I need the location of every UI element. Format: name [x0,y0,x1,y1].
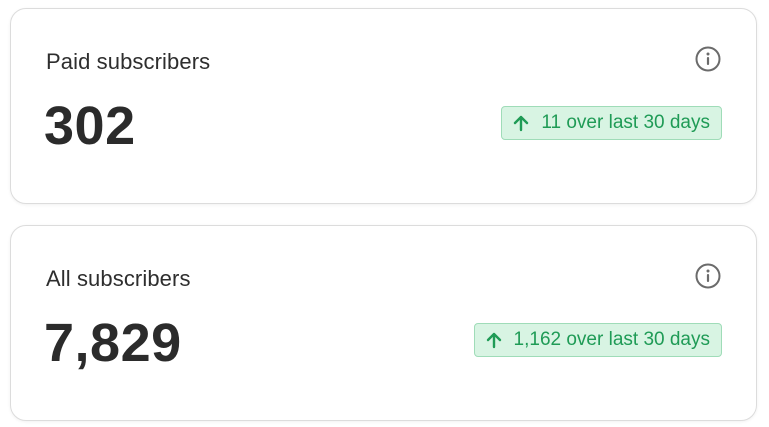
subscriber-count: 7,829 [44,313,182,373]
trend-badge: 11 over last 30 days [501,106,722,140]
all-subscribers-card: All subscribers 7,829 1,162 over last 30… [10,225,757,421]
card-title: All subscribers [46,266,191,291]
info-icon[interactable] [695,263,721,289]
arrow-up-icon [512,114,530,132]
card-title: Paid subscribers [46,49,211,74]
trend-label: 11 over last 30 days [541,112,710,133]
arrow-up-icon [485,331,503,349]
trend-label: 1,162 over last 30 days [513,329,710,350]
paid-subscribers-card: Paid subscribers 302 11 over last 30 day… [10,8,757,204]
trend-badge: 1,162 over last 30 days [473,323,722,357]
subscriber-count: 302 [44,96,136,156]
info-icon[interactable] [695,46,721,72]
